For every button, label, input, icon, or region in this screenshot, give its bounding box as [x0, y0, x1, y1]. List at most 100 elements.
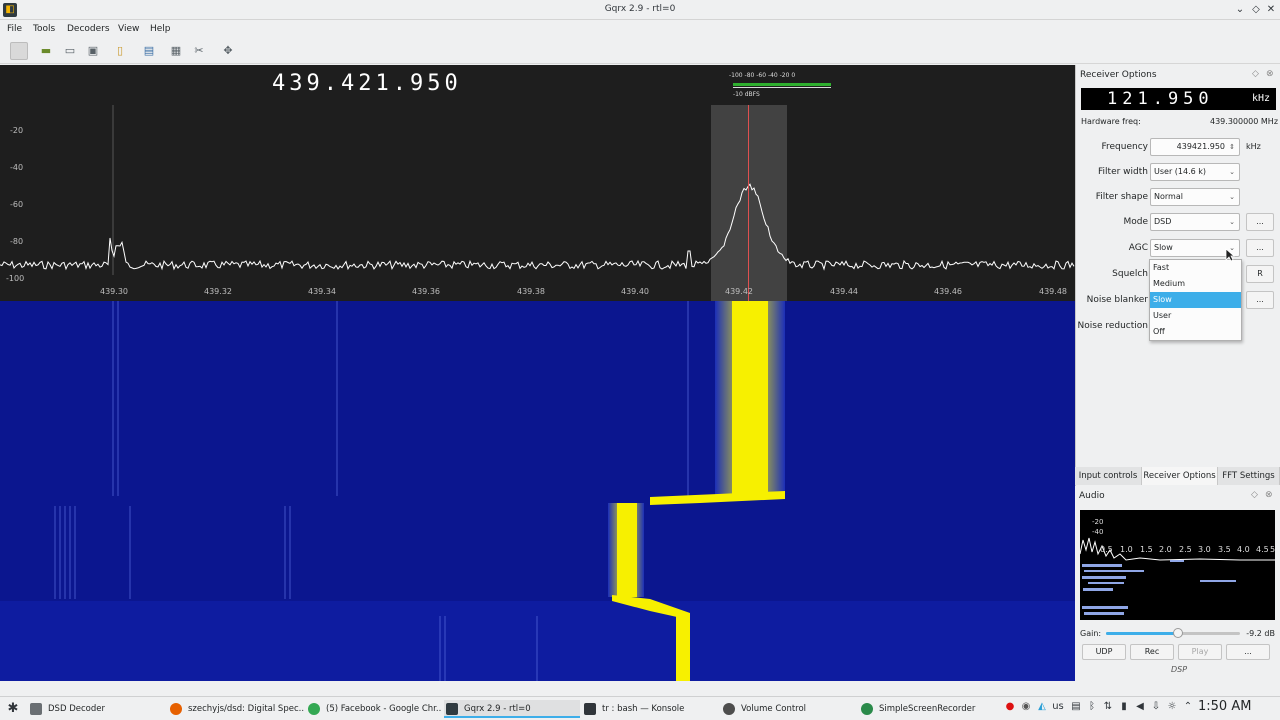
chevron-down-icon: ⌄: [1229, 218, 1235, 226]
frequency-input[interactable]: 439421.950 ⇕: [1150, 138, 1240, 156]
recording-icon[interactable]: ●: [1004, 701, 1016, 713]
offset-display[interactable]: 121.950 kHz: [1081, 88, 1276, 110]
taskbar-clock[interactable]: 1:50 AM: [1198, 699, 1251, 714]
meter-scale: -100 -80 -60 -40 -20 0: [729, 72, 796, 79]
task-label: Gqrx 2.9 - rtl=0: [464, 704, 531, 714]
panel-title: Receiver Options: [1080, 70, 1157, 80]
maximize-icon[interactable]: ◇: [1249, 3, 1263, 17]
menu-tools[interactable]: Tools: [33, 24, 55, 34]
agc-dropdown-list[interactable]: Fast Medium Slow User Off: [1149, 259, 1242, 341]
remote-control-icon[interactable]: ✂: [191, 43, 207, 59]
filter-shape-select[interactable]: Normal ⌄: [1150, 188, 1240, 206]
agc-option-medium[interactable]: Medium: [1150, 276, 1241, 292]
hardware-icon[interactable]: ▬: [38, 43, 54, 59]
frequency-label: Frequency: [1101, 142, 1149, 152]
chevron-down-icon: ⌄: [1229, 168, 1235, 176]
tray-expand-icon[interactable]: ⌃: [1182, 701, 1194, 713]
mode-select[interactable]: DSD ⌄: [1150, 213, 1240, 231]
screenshot-icon[interactable]: ▦: [168, 43, 184, 59]
task-firefox-dsd[interactable]: szechyjs/dsd: Digital Spec...: [168, 700, 304, 718]
task-label: szechyjs/dsd: Digital Spec...: [188, 704, 304, 714]
freq-tick: 439.46: [934, 287, 962, 296]
bluetooth-icon[interactable]: ᛒ: [1086, 701, 1098, 713]
frequency-unit: kHz: [1246, 142, 1261, 151]
clipboard-icon[interactable]: ▤: [1070, 701, 1082, 713]
audio-freq-tick: 2.5: [1179, 545, 1192, 554]
configure-device-icon[interactable]: ▤: [141, 43, 157, 59]
tab-fft-settings[interactable]: FFT Settings: [1218, 467, 1280, 485]
minimize-icon[interactable]: ⌄: [1233, 3, 1247, 17]
noise-blanker-label: Noise blanker: [1086, 295, 1148, 305]
audio-panel: Audio ◇ ⊗ -20 -40 0.5 1.0 1.5 2.0 2.5 3.…: [1075, 486, 1280, 680]
agc-label: AGC: [1128, 243, 1148, 253]
gqrx-icon: [446, 703, 458, 715]
agc-option-off[interactable]: Off: [1150, 324, 1241, 340]
waterfall-display[interactable]: [0, 301, 1075, 681]
udp-button[interactable]: UDP: [1082, 644, 1126, 660]
agc-option-user[interactable]: User: [1150, 308, 1241, 324]
task-chrome-facebook[interactable]: (5) Facebook - Google Chr...: [306, 700, 441, 718]
mode-options-button[interactable]: ...: [1246, 213, 1274, 231]
spectrum-trace: [0, 105, 1075, 275]
noise-reduction-label: Noise reduction: [1077, 321, 1148, 331]
close-panel-icon[interactable]: ⊗: [1266, 69, 1274, 79]
keyboard-layout[interactable]: us: [1052, 701, 1064, 713]
squelch-label: Squelch: [1112, 269, 1148, 279]
volume-icon[interactable]: ◀: [1134, 701, 1146, 713]
mode-label: Mode: [1123, 217, 1148, 227]
play-button[interactable]: Play: [1178, 644, 1222, 660]
gain-value: -9.2 dB: [1246, 629, 1275, 638]
agc-options-button[interactable]: ...: [1246, 239, 1274, 257]
task-simplescreenrecorder[interactable]: SimpleScreenRecorder: [859, 700, 994, 718]
noise-blanker-options-button[interactable]: ...: [1246, 291, 1274, 309]
gain-slider-handle[interactable]: [1173, 628, 1184, 638]
agc-option-slow[interactable]: Slow: [1150, 292, 1241, 308]
meter-label: -10 dBFS: [733, 91, 760, 98]
task-label: Volume Control: [741, 704, 807, 714]
save-icon[interactable]: ▣: [85, 43, 101, 59]
record-button[interactable]: Rec: [1130, 644, 1174, 660]
audio-freq-tick: 3.0: [1198, 545, 1211, 554]
gain-row: Gain: -9.2 dB: [1080, 627, 1275, 641]
application-launcher-icon[interactable]: ✱: [4, 700, 22, 718]
filter-width-select[interactable]: User (14.6 k) ⌄: [1150, 163, 1240, 181]
task-gqrx[interactable]: Gqrx 2.9 - rtl=0: [444, 700, 580, 718]
agc-value: Slow: [1154, 243, 1173, 252]
menu-view[interactable]: View: [118, 24, 139, 34]
audio-freq-tick: 3.5: [1218, 545, 1231, 554]
updates-icon[interactable]: ⇩: [1150, 701, 1162, 713]
telegram-icon[interactable]: ◭: [1036, 701, 1048, 713]
agc-option-fast[interactable]: Fast: [1150, 260, 1241, 276]
task-dsd-decoder[interactable]: DSD Decoder: [28, 700, 163, 718]
spin-arrows-icon[interactable]: ⇕: [1229, 139, 1235, 155]
brightness-icon[interactable]: ☼: [1166, 701, 1178, 713]
taskbar: ✱ DSD Decoder szechyjs/dsd: Digital Spec…: [0, 696, 1280, 720]
audio-freq-tick: 2.0: [1159, 545, 1172, 554]
task-volume-control[interactable]: Volume Control: [721, 700, 856, 718]
filter-shape-label: Filter shape: [1095, 192, 1148, 202]
battery-icon[interactable]: ▮: [1118, 701, 1130, 713]
squelch-reset-button[interactable]: R: [1246, 265, 1274, 283]
fullscreen-icon[interactable]: ✥: [220, 43, 236, 59]
task-konsole[interactable]: tr : bash — Konsole: [582, 700, 717, 718]
menu-help[interactable]: Help: [150, 24, 171, 34]
close-panel-icon[interactable]: ⊗: [1265, 490, 1273, 500]
menu-file[interactable]: File: [7, 24, 22, 34]
spectrum-plot[interactable]: 439.421.950 -20 -40 -60 -80 -100 439.30 …: [0, 65, 1075, 301]
open-folder-icon[interactable]: ▭: [62, 43, 78, 59]
frequency-value: 439421.950: [1176, 142, 1225, 151]
privacy-icon[interactable]: ◉: [1020, 701, 1032, 713]
network-icon[interactable]: ⇅: [1102, 701, 1114, 713]
audio-options-button[interactable]: ...: [1226, 644, 1270, 660]
dsp-label: DSP: [1171, 665, 1188, 674]
document-icon[interactable]: ▯: [112, 43, 128, 59]
close-icon[interactable]: ✕: [1264, 3, 1278, 17]
audio-freq-tick: 4.5: [1256, 545, 1269, 554]
start-dsp-icon[interactable]: [10, 42, 28, 60]
tab-input-controls[interactable]: Input controls: [1075, 467, 1142, 485]
tab-receiver-options[interactable]: Receiver Options: [1142, 467, 1218, 485]
float-panel-icon[interactable]: ◇: [1251, 490, 1258, 500]
menu-decoders[interactable]: Decoders: [67, 24, 110, 34]
audio-freq-tick: 1.5: [1140, 545, 1153, 554]
float-panel-icon[interactable]: ◇: [1252, 69, 1259, 79]
